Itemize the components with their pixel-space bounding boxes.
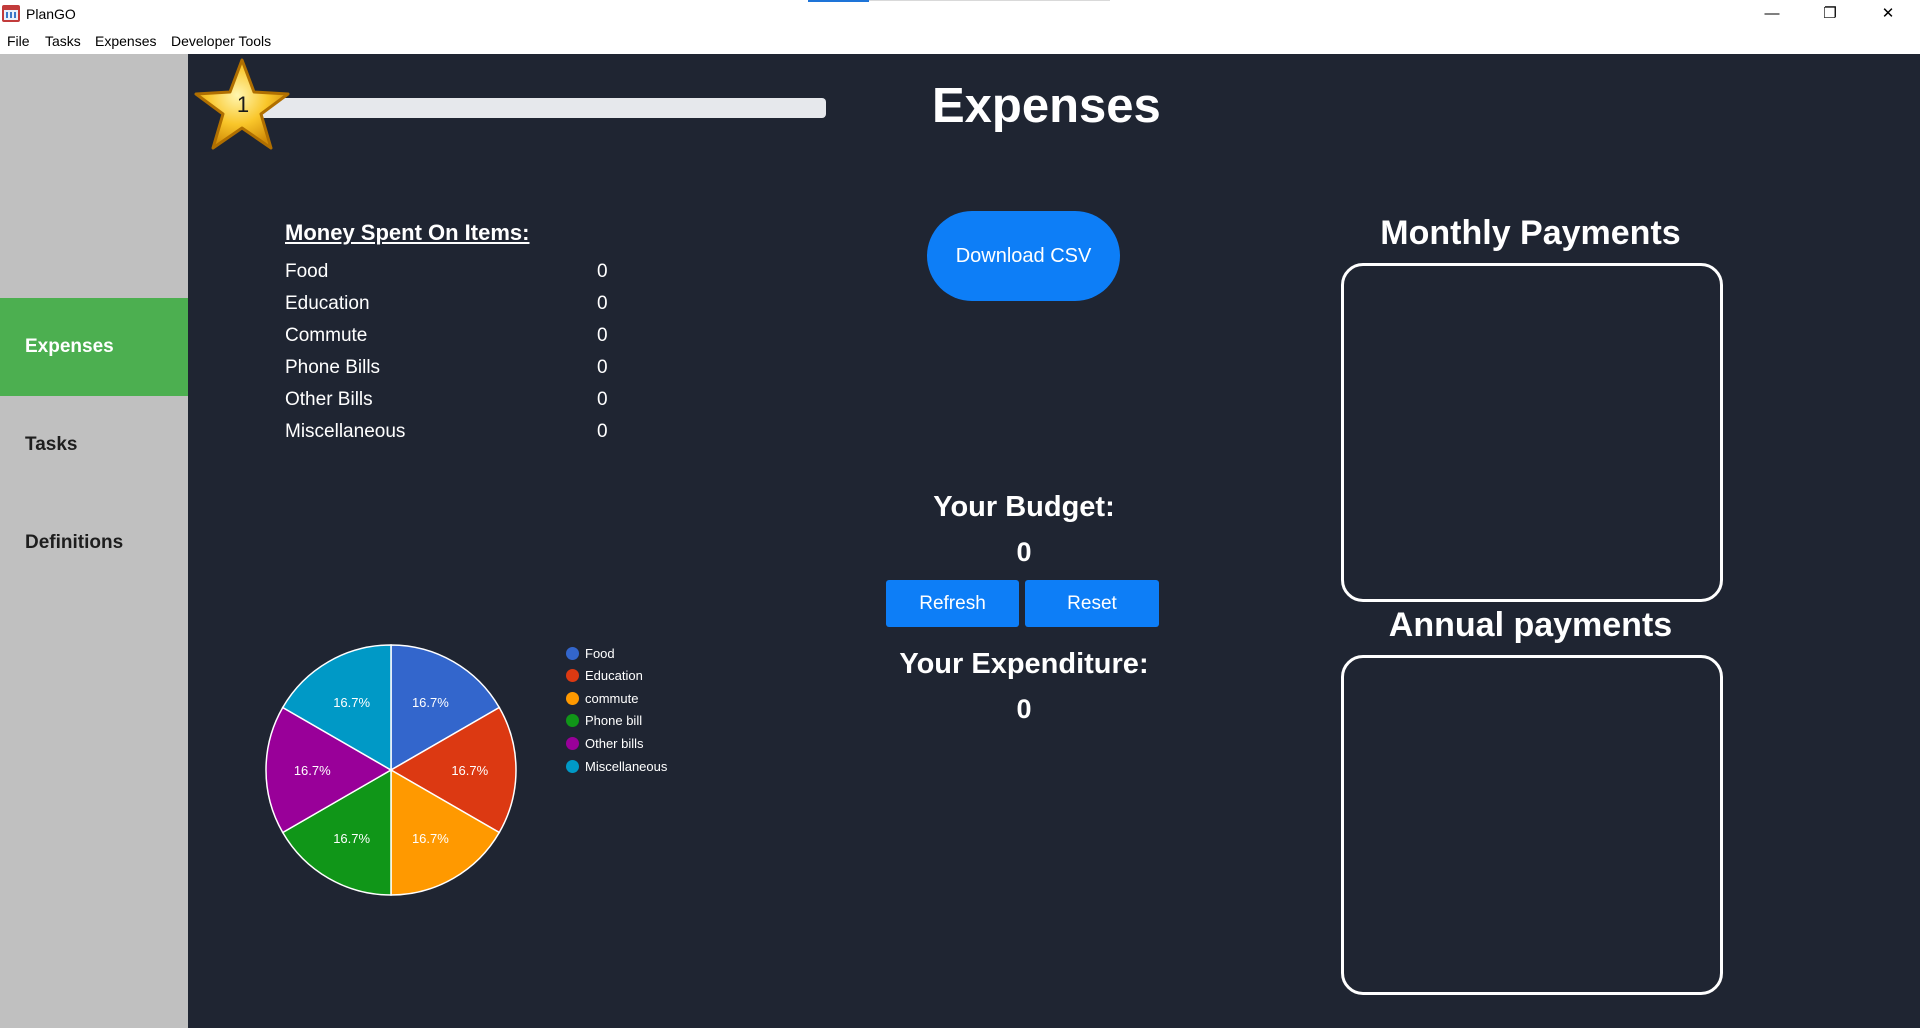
reset-button[interactable]: Reset: [1025, 580, 1159, 627]
minimize-button[interactable]: —: [1743, 0, 1801, 29]
annual-payments-title: Annual payments: [1388, 606, 1673, 644]
money-value: 0: [597, 261, 608, 282]
sidebar-item-tasks[interactable]: Tasks: [0, 396, 188, 494]
legend-item: Miscellaneous: [566, 756, 667, 776]
legend-label: Food: [585, 645, 615, 661]
annual-payments-panel: [1341, 655, 1723, 995]
budget-label: Your Budget:: [933, 491, 1115, 523]
money-label: Commute: [285, 325, 368, 346]
sidebar-item-definitions[interactable]: Definitions: [0, 494, 188, 592]
monthly-payments-panel: [1341, 263, 1723, 602]
menu-file[interactable]: File: [7, 33, 30, 49]
legend-color-dot: [566, 669, 579, 683]
legend-label: Miscellaneous: [585, 758, 668, 774]
money-label: Other Bills: [285, 389, 373, 410]
title-accent-line-secondary: [869, 0, 1110, 1]
money-label: Education: [285, 293, 370, 314]
pie-slice-label: 16.7%: [412, 695, 449, 710]
calendar-icon: [2, 5, 20, 22]
pie-legend: Food Education commute Phone bill Other bill…: [566, 643, 706, 783]
money-label: Phone Bills: [285, 357, 381, 378]
sidebar: Expenses Tasks Definitions: [0, 54, 188, 1028]
legend-label: Education: [585, 668, 643, 684]
legend-item: Education: [566, 666, 643, 686]
menu-tasks[interactable]: Tasks: [45, 33, 81, 49]
money-row-miscellaneous: Miscellaneous 0: [285, 421, 625, 453]
refresh-button[interactable]: Refresh: [886, 580, 1019, 627]
sidebar-item-expenses[interactable]: Expenses: [0, 298, 188, 396]
pie-slice-label: 16.7%: [412, 831, 449, 846]
legend-color-dot: [566, 646, 579, 660]
pie-slice-label: 16.7%: [294, 763, 331, 778]
budget-value: 0: [1016, 537, 1032, 567]
legend-color-dot: [566, 736, 579, 750]
title-bar: PlanGO — ❐ ✕: [0, 0, 1920, 29]
expenditure-value: 0: [1016, 694, 1032, 724]
money-value: 0: [597, 293, 608, 314]
legend-color-dot: [566, 714, 579, 728]
expenses-pie-chart: 16.7% 16.7% 16.7% 16.7% 16.7% 16.7%: [265, 644, 517, 896]
legend-color-dot: [566, 691, 579, 705]
pie-slice-label: 16.7%: [333, 831, 370, 846]
money-label: Food: [285, 261, 329, 282]
legend-item: commute: [566, 688, 638, 708]
restore-button[interactable]: ❐: [1801, 0, 1859, 29]
main-content: 1 Expenses Money Spent On Items: Food 0 …: [188, 54, 1920, 1028]
download-csv-button[interactable]: Download CSV: [927, 211, 1120, 301]
sidebar-item-label: Definitions: [25, 532, 124, 553]
close-button[interactable]: ✕: [1859, 0, 1917, 29]
pie-slice-label: 16.7%: [333, 695, 370, 710]
money-spent-heading: Money Spent On Items:: [285, 220, 530, 245]
menu-developer-tools[interactable]: Developer Tools: [171, 33, 271, 49]
money-row-food: Food 0: [285, 261, 625, 293]
monthly-payments-title: Monthly Payments: [1380, 214, 1681, 252]
money-value: 0: [597, 325, 608, 346]
legend-label: Phone bill: [585, 713, 643, 729]
menu-expenses[interactable]: Expenses: [95, 33, 156, 49]
legend-item: Other bills: [566, 733, 644, 753]
money-value: 0: [597, 389, 608, 410]
money-row-other-bills: Other Bills 0: [285, 389, 625, 421]
money-label: Miscellaneous: [285, 421, 406, 442]
sidebar-item-label: Tasks: [25, 434, 78, 455]
page-title: Expenses: [932, 79, 1161, 133]
window-title: PlanGO: [26, 6, 76, 22]
legend-item: Phone bill: [566, 711, 642, 731]
legend-label: commute: [585, 690, 639, 706]
money-value: 0: [597, 421, 608, 442]
legend-item: Food: [566, 643, 615, 663]
title-accent-line: [808, 0, 869, 2]
expenditure-label: Your Expenditure:: [899, 648, 1149, 680]
money-row-phone-bills: Phone Bills 0: [285, 357, 625, 389]
sidebar-item-label: Expenses: [25, 336, 114, 357]
legend-label: Other bills: [585, 735, 644, 751]
money-row-commute: Commute 0: [285, 325, 625, 357]
level-number: 1: [236, 92, 250, 117]
menu-bar: File Tasks Expenses Developer Tools: [0, 29, 1920, 54]
level-progress-bar: [260, 98, 826, 118]
money-row-education: Education 0: [285, 293, 625, 325]
legend-color-dot: [566, 759, 579, 773]
pie-slice-label: 16.7%: [451, 763, 488, 778]
money-value: 0: [597, 357, 608, 378]
